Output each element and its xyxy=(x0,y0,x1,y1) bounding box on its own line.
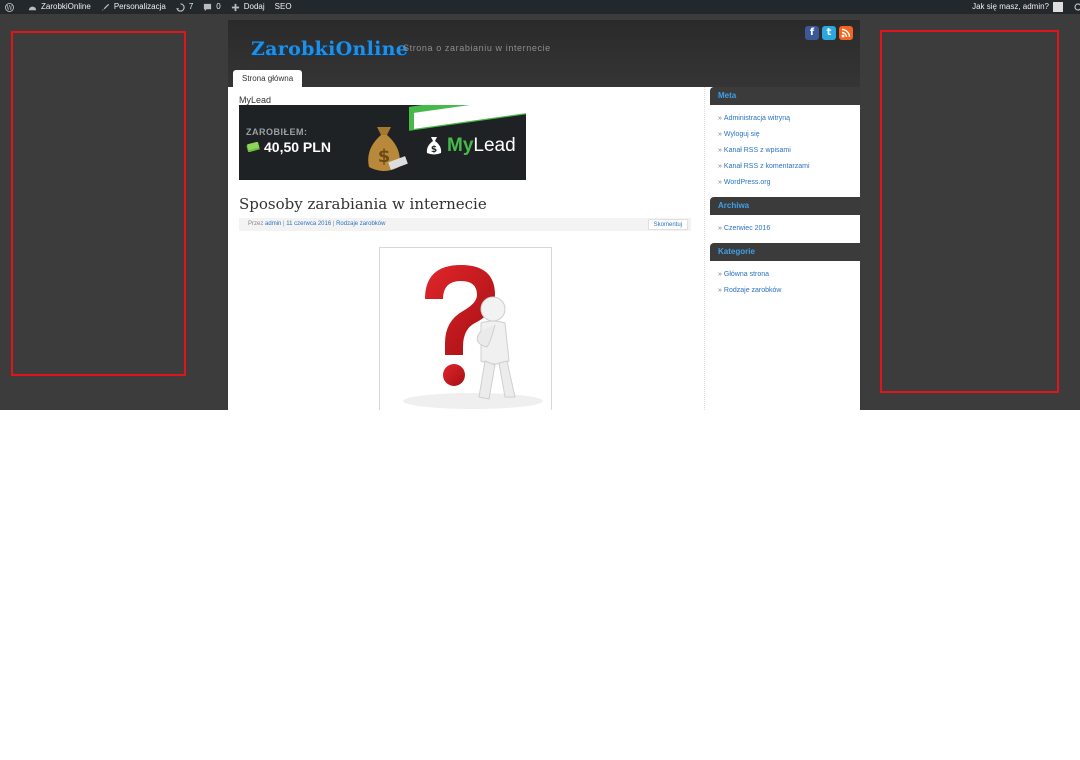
list-item[interactable]: » WordPress.org xyxy=(718,175,860,191)
admin-bar: W ZarobkiOnline Personalizacja 7 0 Dodaj… xyxy=(0,0,1080,14)
comments-count: 0 xyxy=(216,2,221,11)
widget-archives-title: Archiwa xyxy=(710,197,860,215)
my-account-link[interactable]: Jak się masz, admin? xyxy=(967,0,1072,14)
widget-meta: Meta » Administracja witryną » Wyloguj się… xyxy=(710,87,860,197)
site-name-label: ZarobkiOnline xyxy=(41,2,91,11)
cash-icon xyxy=(246,142,260,152)
site-logo[interactable]: ZarobkiOnline xyxy=(251,38,408,60)
post-featured-image xyxy=(379,247,552,410)
arrow-icon: » xyxy=(718,131,722,138)
customize-label: Personalizacja xyxy=(113,2,166,11)
question-mark-figure-image xyxy=(403,265,543,409)
post-date-link[interactable]: 11 czerwca 2016 xyxy=(286,221,331,227)
site-wrapper: ZarobkiOnline Strona o zarabianiu w inte… xyxy=(228,20,860,410)
facebook-icon[interactable]: f xyxy=(805,26,819,40)
seo-label: SEO xyxy=(274,2,292,11)
list-item[interactable]: » Czerwiec 2016 xyxy=(718,221,860,237)
widget-title-mylead: MyLead xyxy=(239,95,272,105)
customize-link[interactable]: Personalizacja xyxy=(96,0,171,14)
left-ad-placeholder xyxy=(11,31,186,376)
greeting-label: Jak się masz, admin? xyxy=(972,2,1049,11)
sidebar: Meta » Administracja witryną » Wyloguj się… xyxy=(710,87,860,410)
post-category-link[interactable]: Rodzaje zarobków xyxy=(336,221,385,227)
svg-text:W: W xyxy=(6,4,13,11)
post-meta: Przez admin | 11 czerwca 2016 | Rodzaje … xyxy=(239,218,691,231)
banner-earned-label: ZAROBIŁEM: xyxy=(246,127,308,137)
arrow-icon: » xyxy=(718,271,722,278)
widget-categories-title: Kategorie xyxy=(710,243,860,261)
wordpress-menu[interactable]: W xyxy=(0,0,23,14)
updates-count: 7 xyxy=(188,2,194,11)
widget-meta-list: » Administracja witryną » Wyloguj się » Kan… xyxy=(710,105,860,197)
arrow-icon: » xyxy=(718,287,722,294)
comments-link[interactable]: 0 xyxy=(198,0,225,14)
arrow-icon: » xyxy=(718,147,722,154)
link-admin[interactable]: Administracja witryną xyxy=(724,111,790,127)
widget-categories-list: » Główna strona » Rodzaje zarobków xyxy=(710,261,860,305)
brush-icon xyxy=(101,3,109,11)
list-item[interactable]: » Kanał RSS z wpisami xyxy=(718,143,860,159)
mylead-brand-suffix: Lead xyxy=(473,135,516,156)
link-category-main[interactable]: Główna strona xyxy=(724,267,769,283)
link-wordpress-org[interactable]: WordPress.org xyxy=(724,175,771,191)
wordpress-icon: W xyxy=(5,2,14,12)
rss-icon[interactable] xyxy=(839,26,853,40)
tab-home[interactable]: Strona główna xyxy=(233,70,303,87)
svg-text:$: $ xyxy=(431,145,437,155)
post-title[interactable]: Sposoby zarabiania w internecie xyxy=(239,195,487,213)
link-archive-june-2016[interactable]: Czerwiec 2016 xyxy=(724,221,770,237)
arrow-icon: » xyxy=(718,225,722,232)
main-nav: Strona główna xyxy=(233,70,303,87)
arrow-icon: » xyxy=(718,179,722,186)
search-icon[interactable] xyxy=(1072,0,1080,14)
list-item[interactable]: » Główna strona xyxy=(718,267,860,283)
banner-amount: 40,50 PLN xyxy=(246,139,331,155)
social-links: f t xyxy=(805,26,853,40)
updates-icon xyxy=(175,2,185,12)
arrow-icon: » xyxy=(718,163,722,170)
comment-icon xyxy=(204,3,212,11)
money-bag-icon: $ xyxy=(368,127,408,171)
site-name-link[interactable]: ZarobkiOnline xyxy=(23,0,96,14)
twitter-icon[interactable]: t xyxy=(822,26,836,40)
add-new-link[interactable]: Dodaj xyxy=(226,0,270,14)
link-logout[interactable]: Wyloguj się xyxy=(724,127,760,143)
list-item[interactable]: » Administracja witryną xyxy=(718,111,860,127)
right-ad-placeholder xyxy=(880,30,1059,393)
admin-bar-right: Jak się masz, admin? xyxy=(967,0,1080,14)
mylead-brand-prefix: My xyxy=(447,135,474,156)
widget-categories: Kategorie » Główna strona » Rodzaje zarobk… xyxy=(710,243,860,305)
banner-amount-text: 40,50 PLN xyxy=(264,139,331,155)
link-category-earnings[interactable]: Rodzaje zarobków xyxy=(724,283,782,299)
updates-link[interactable]: 7 xyxy=(171,0,198,14)
link-rss-posts[interactable]: Kanał RSS z wpisami xyxy=(724,143,791,159)
widget-meta-title: Meta xyxy=(710,87,860,105)
seo-link[interactable]: SEO xyxy=(270,0,297,14)
page-background: ZarobkiOnline Strona o zarabianiu w inte… xyxy=(0,14,1080,410)
mylead-logo: $ My Lead xyxy=(425,135,516,157)
mylead-banner[interactable]: ZAROBIŁEM: 40,50 PLN $ $ My Lead xyxy=(239,105,526,180)
arrow-icon: » xyxy=(718,115,722,122)
comment-button[interactable]: Skomentuj xyxy=(647,219,688,230)
post-meta-by: Przez xyxy=(248,221,264,227)
dashboard-icon xyxy=(28,6,37,10)
list-item[interactable]: » Rodzaje zarobków xyxy=(718,283,860,299)
svg-text:$: $ xyxy=(378,146,391,167)
add-new-label: Dodaj xyxy=(243,2,265,11)
avatar xyxy=(1053,2,1063,12)
list-item[interactable]: » Kanał RSS z komentarzami xyxy=(718,159,860,175)
site-tagline: Strona o zarabianiu w internecie xyxy=(403,43,551,53)
plus-icon xyxy=(231,3,239,11)
list-item[interactable]: » Wyloguj się xyxy=(718,127,860,143)
site-header: ZarobkiOnline Strona o zarabianiu w inte… xyxy=(228,20,860,87)
mylead-bag-icon: $ xyxy=(426,137,442,155)
widget-archives: Archiwa » Czerwiec 2016 xyxy=(710,197,860,243)
post-author-link[interactable]: admin xyxy=(265,221,281,227)
link-rss-comments[interactable]: Kanał RSS z komentarzami xyxy=(724,159,810,175)
widget-archives-list: » Czerwiec 2016 xyxy=(710,215,860,243)
main-content: MyLead ZAROBIŁEM: 40,50 PLN $ $ My Lead … xyxy=(228,87,705,410)
